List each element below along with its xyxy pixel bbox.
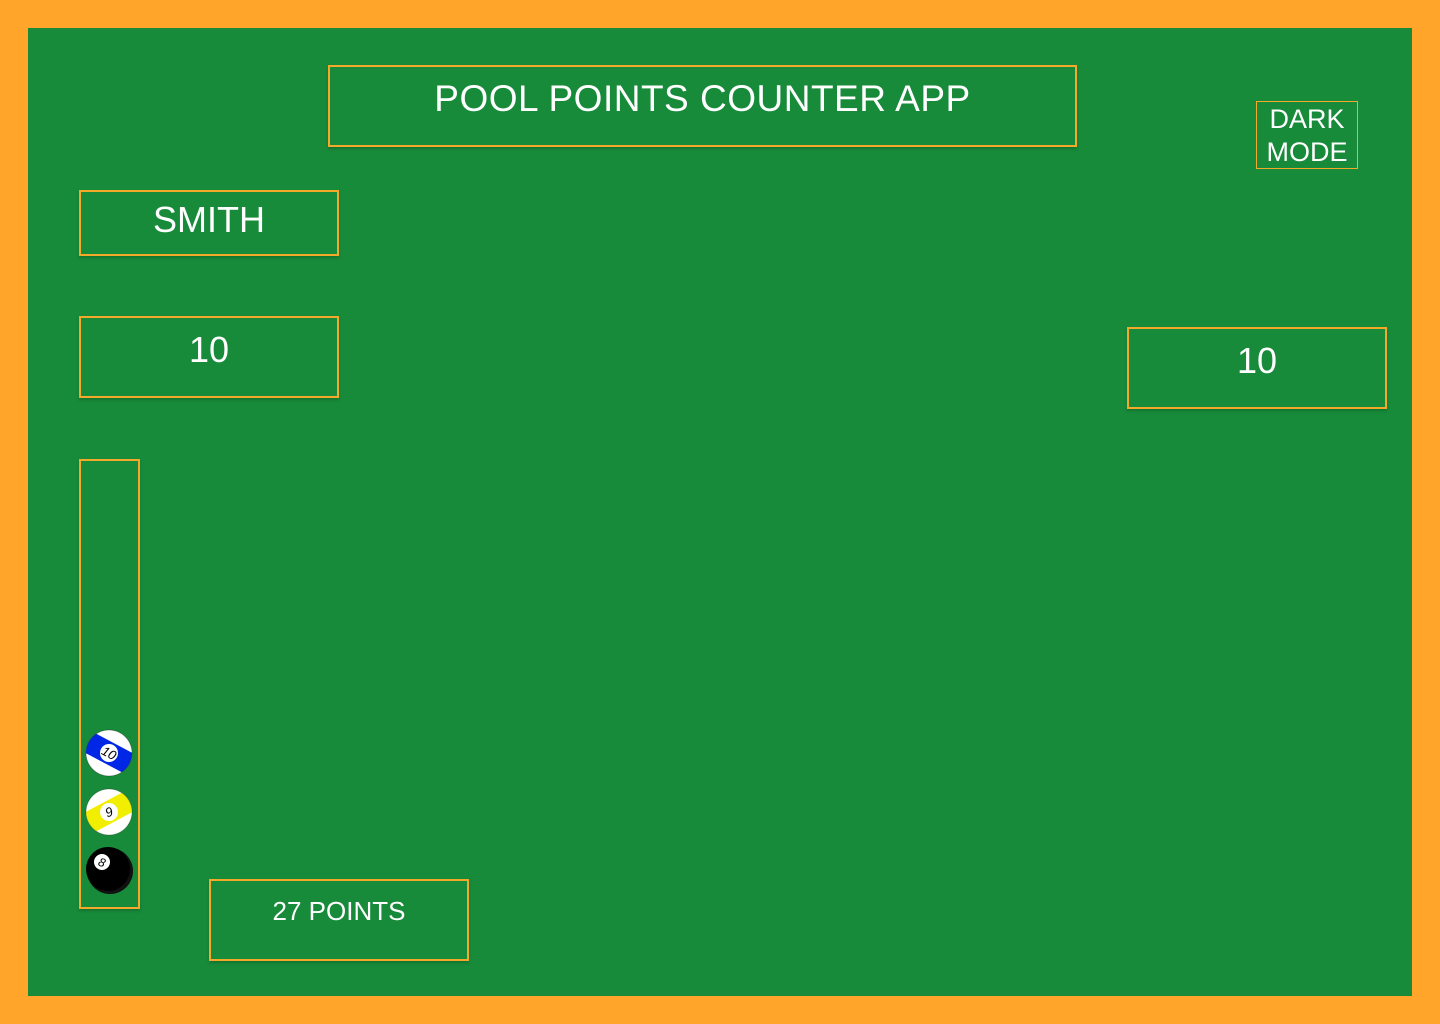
ball-10-icon[interactable]: 10 <box>85 729 133 777</box>
player-score-left: 10 <box>79 316 339 398</box>
ball-8-icon[interactable]: 8 <box>85 846 133 894</box>
ball-rack: 10 9 8 <box>79 459 140 909</box>
ball-9-icon[interactable]: 9 <box>85 788 133 836</box>
player-score-right: 10 <box>1127 327 1387 409</box>
player-name[interactable]: SMITH <box>79 190 339 256</box>
pool-table: POOL POINTS COUNTER APP DARK MODE SMITH … <box>28 28 1412 996</box>
dark-mode-button[interactable]: DARK MODE <box>1256 101 1358 169</box>
points-display: 27 POINTS <box>209 879 469 961</box>
app-title: POOL POINTS COUNTER APP <box>328 65 1077 147</box>
